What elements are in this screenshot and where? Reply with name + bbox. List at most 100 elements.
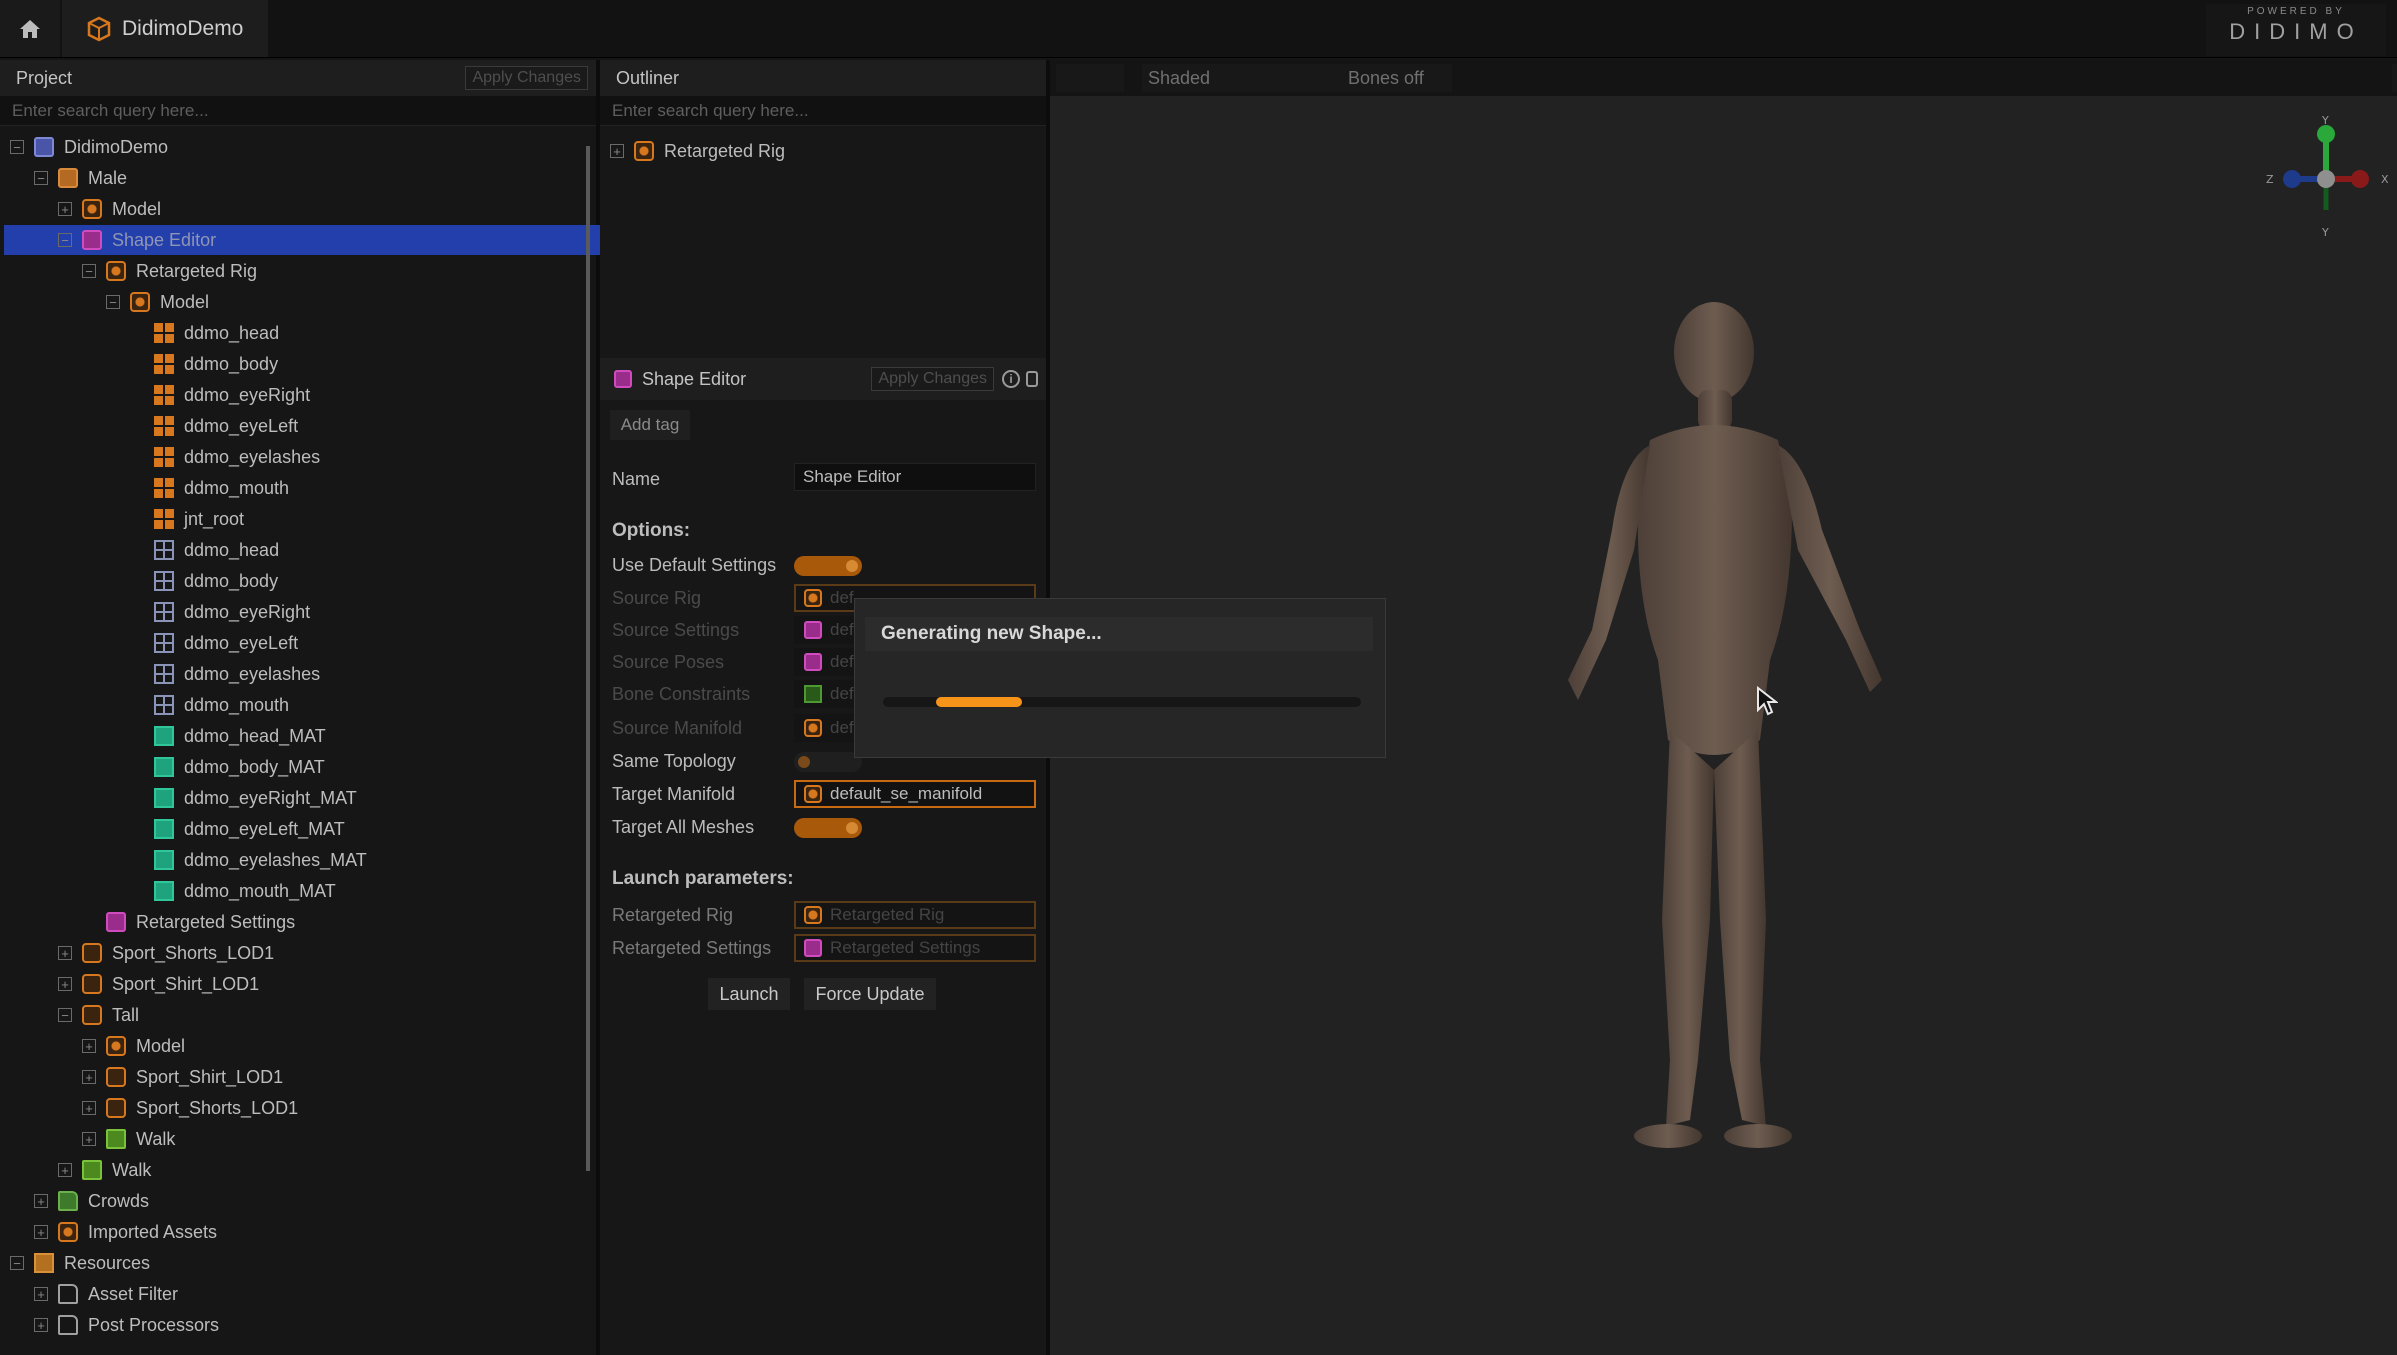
bones-dropdown[interactable]: Bones off [1342, 64, 1452, 92]
collapse-icon[interactable]: − [10, 140, 24, 154]
project-search-input[interactable]: Enter search query here... [0, 96, 596, 126]
bone-constraints-value: def [830, 684, 854, 703]
expand-icon[interactable]: + [58, 946, 72, 960]
launch-button[interactable]: Launch [708, 978, 790, 1010]
tree-item[interactable]: − Retargeted Rig [82, 256, 257, 286]
retargeted-settings-label: Retargeted Settings [612, 938, 772, 958]
tree-item[interactable]: + Crowds [34, 1186, 149, 1216]
tree-item[interactable]: ddmo_eyeLeft_MAT [130, 814, 345, 844]
lock-icon[interactable] [1026, 371, 1038, 387]
inspector-apply-changes-button[interactable]: Apply Changes [871, 367, 994, 391]
tree-item[interactable]: Retargeted Settings [82, 907, 295, 937]
info-icon[interactable]: i [1002, 370, 1020, 388]
collapse-icon[interactable]: − [34, 171, 48, 185]
source-settings-value: def [830, 620, 854, 639]
inspector-header: Shape Editor Apply Changes i [600, 358, 1046, 400]
tree-item[interactable]: − Model [106, 287, 209, 317]
tree-item[interactable]: jnt_root [130, 504, 244, 534]
project-scrollbar[interactable] [586, 146, 590, 1171]
retargeted-rig-field[interactable]: Retargeted Rig [794, 901, 1036, 929]
expand-icon[interactable]: + [34, 1318, 48, 1332]
same-topology-toggle[interactable] [794, 752, 862, 772]
axis-gizmo-icon[interactable]: Y Z X Y [2256, 114, 2396, 244]
use-default-settings-toggle[interactable] [794, 556, 862, 576]
expand-icon[interactable]: + [58, 977, 72, 991]
tree-item[interactable]: − DidimoDemo [10, 132, 168, 162]
shading-dropdown[interactable]: Shaded [1142, 64, 1376, 92]
tree-item[interactable]: + Post Processors [34, 1310, 219, 1340]
project-apply-changes-button[interactable]: Apply Changes [465, 66, 588, 90]
tree-item-label: ddmo_head_MAT [184, 725, 326, 746]
tree-item[interactable]: + Sport_Shorts_LOD1 [58, 938, 274, 968]
axis-neg-y-label: Y [2321, 226, 2329, 239]
settings-icon [804, 939, 822, 957]
tree-item[interactable]: + Sport_Shirt_LOD1 [82, 1062, 283, 1092]
clothing-icon [82, 974, 102, 994]
tree-item[interactable]: ddmo_mouth [130, 690, 289, 720]
tree-item[interactable]: + Model [82, 1031, 185, 1061]
collapse-icon[interactable]: − [58, 233, 72, 247]
tree-item[interactable]: + Sport_Shirt_LOD1 [58, 969, 259, 999]
target-all-meshes-toggle[interactable] [794, 818, 862, 838]
tree-item[interactable]: ddmo_body [130, 566, 278, 596]
expand-icon[interactable]: + [34, 1287, 48, 1301]
mesh-icon [154, 447, 174, 467]
collapse-icon[interactable]: − [82, 264, 96, 278]
didimo-logo: POWERED BY DIDIMO [2206, 4, 2386, 56]
camera-dropdown[interactable] [1056, 64, 1124, 92]
expand-icon[interactable]: + [610, 144, 624, 158]
tree-item[interactable]: + Sport_Shorts_LOD1 [82, 1093, 298, 1123]
tree-item[interactable]: ddmo_head [130, 318, 279, 348]
add-tag-button[interactable]: Add tag [610, 410, 690, 440]
tree-item[interactable]: ddmo_eyeLeft [130, 628, 298, 658]
tree-item[interactable]: − Resources [10, 1248, 150, 1278]
expand-icon[interactable]: + [82, 1070, 96, 1084]
tree-item[interactable]: ddmo_mouth [130, 473, 289, 503]
tree-item[interactable]: ddmo_body [130, 349, 278, 379]
tree-item[interactable]: + Walk [82, 1124, 175, 1154]
expand-icon[interactable]: + [82, 1132, 96, 1146]
tree-item[interactable]: ddmo_eyelashes [130, 442, 320, 472]
tree-item-label: Walk [112, 1159, 152, 1180]
name-field[interactable]: Shape Editor [794, 463, 1036, 491]
target-manifold-label: Target Manifold [612, 784, 736, 804]
tree-item[interactable]: + Asset Filter [34, 1279, 178, 1309]
tree-item[interactable]: ddmo_body_MAT [130, 752, 325, 782]
tree-item[interactable]: ddmo_eyeRight [130, 597, 310, 627]
outliner-item-retargeted-rig[interactable]: + Retargeted Rig [610, 136, 785, 166]
tree-item[interactable]: − Male [34, 163, 127, 193]
tree-item-label: ddmo_eyeLeft [184, 632, 299, 653]
tree-item[interactable]: ddmo_mouth_MAT [130, 876, 336, 906]
expand-icon[interactable]: + [82, 1101, 96, 1115]
expand-icon[interactable]: + [34, 1194, 48, 1208]
app-tab[interactable]: DidimoDemo [62, 0, 268, 57]
target-manifold-field[interactable]: default_se_manifold [794, 780, 1036, 808]
tree-item[interactable]: ddmo_head_MAT [130, 721, 326, 751]
tree-item[interactable]: ddmo_eyelashes_MAT [130, 845, 367, 875]
tree-item[interactable]: + Walk [58, 1155, 151, 1185]
launch-parameters-heading: Launch parameters: [612, 868, 794, 889]
tree-item[interactable]: ddmo_eyeRight_MAT [130, 783, 357, 813]
tree-item[interactable]: − Shape Editor [4, 225, 634, 255]
tree-item[interactable]: + Imported Assets [34, 1217, 217, 1247]
collapse-icon[interactable]: − [58, 1008, 72, 1022]
settings-icon [106, 912, 126, 932]
collapse-icon[interactable]: − [106, 295, 120, 309]
expand-icon[interactable]: + [34, 1225, 48, 1239]
tree-item[interactable]: + Model [58, 194, 161, 224]
force-update-button[interactable]: Force Update [804, 978, 936, 1010]
collapse-icon[interactable]: − [10, 1256, 24, 1270]
tree-item[interactable]: − Tall [58, 1000, 139, 1030]
expand-icon[interactable]: + [82, 1039, 96, 1053]
retargeted-settings-field[interactable]: Retargeted Settings [794, 934, 1036, 962]
tree-item[interactable]: ddmo_eyeRight [130, 380, 310, 410]
expand-icon[interactable]: + [58, 1163, 72, 1177]
tree-item[interactable]: ddmo_eyeLeft [130, 411, 298, 441]
outliner-search-input[interactable]: Enter search query here... [600, 96, 1046, 126]
tree-item-label: Asset Filter [88, 1283, 179, 1304]
tree-item[interactable]: ddmo_eyelashes [130, 659, 320, 689]
expand-icon[interactable]: + [58, 202, 72, 216]
rig-icon [804, 589, 822, 607]
home-button[interactable] [0, 0, 60, 57]
tree-item[interactable]: ddmo_head [130, 535, 279, 565]
